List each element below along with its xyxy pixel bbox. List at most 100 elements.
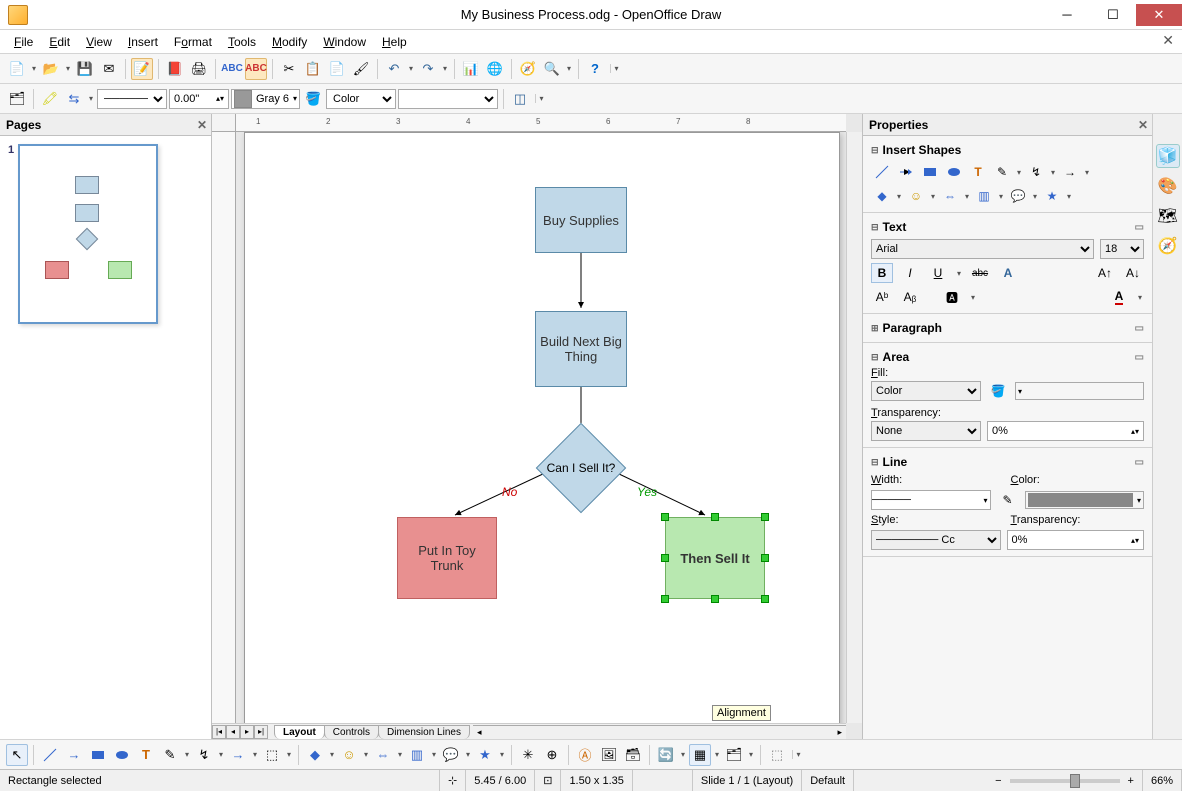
sidetab-gallery-icon[interactable]: 🎨 xyxy=(1156,174,1180,198)
increase-font-button[interactable]: A↑ xyxy=(1094,263,1116,283)
fill-bucket-icon[interactable]: 🪣 xyxy=(987,381,1009,401)
lines-tool-button[interactable]: → xyxy=(227,744,249,766)
menu-edit[interactable]: Edit xyxy=(43,33,76,51)
subscript-button[interactable]: Aᵦ xyxy=(899,287,921,307)
flowchart-shape-button[interactable]: ▥ xyxy=(406,744,428,766)
block-arrow-button[interactable]: ⇔ xyxy=(372,744,394,766)
styles-button[interactable]: 🗂 xyxy=(6,88,28,110)
menu-tools[interactable]: Tools xyxy=(222,33,262,51)
zoom-button[interactable]: 🔍 xyxy=(541,58,563,80)
shape-build[interactable]: Build Next Big Thing xyxy=(535,311,627,387)
shape-star-icon[interactable]: ★ xyxy=(1041,186,1063,206)
toolbar-overflow[interactable]: ▾ xyxy=(610,64,618,73)
drawing-canvas[interactable]: Buy Supplies Build Next Big Thing Can I … xyxy=(236,132,846,723)
superscript-button[interactable]: Aᵇ xyxy=(871,287,893,307)
tab-last-button[interactable]: ▸| xyxy=(254,725,268,739)
tab-prev-button[interactable]: ◂ xyxy=(226,725,240,739)
page-thumbnails[interactable]: 1 xyxy=(0,136,211,739)
more-options-icon[interactable]: ▭ xyxy=(1135,222,1144,233)
more-options-icon[interactable]: ▭ xyxy=(1135,352,1144,363)
ellipse-tool-button[interactable] xyxy=(111,744,133,766)
shape-basic-icon[interactable]: ◆ xyxy=(871,186,893,206)
hyperlink-button[interactable]: 🌐 xyxy=(484,58,506,80)
collapse-icon[interactable]: ⊟ xyxy=(871,352,879,363)
text-tool-button[interactable]: T xyxy=(135,744,157,766)
redo-button[interactable]: ↷ xyxy=(417,58,439,80)
status-zoom[interactable]: 66% xyxy=(1143,770,1182,791)
highlight-color-button[interactable]: 🅰 xyxy=(941,287,963,307)
more-options-icon[interactable]: ▭ xyxy=(1135,323,1144,334)
from-file-button[interactable]: 🖼 xyxy=(598,744,620,766)
arrow-style-button[interactable]: ⇆ xyxy=(63,88,85,110)
line-color-select[interactable]: Gray 6 ▾ xyxy=(231,89,300,109)
shape-flowchart-icon[interactable]: ▥ xyxy=(973,186,995,206)
sidetab-properties-icon[interactable]: 🧊 xyxy=(1156,144,1180,168)
tab-controls[interactable]: Controls xyxy=(324,725,379,739)
expand-icon[interactable]: ⊞ xyxy=(871,323,879,334)
transparency-type-select[interactable]: None xyxy=(871,421,981,441)
line-style-select[interactable]: ─────── xyxy=(97,89,167,109)
zoom-in-icon[interactable]: + xyxy=(1128,775,1134,787)
shape-line-icon[interactable] xyxy=(871,162,893,182)
symbol-shape-button[interactable]: ☺ xyxy=(338,744,360,766)
line-width-spinner[interactable]: 0.00"▴▾ xyxy=(169,89,229,109)
format-paintbrush-button[interactable]: 🖌 xyxy=(350,58,372,80)
zoom-out-icon[interactable]: − xyxy=(995,775,1001,787)
menu-file[interactable]: File xyxy=(8,33,39,51)
tab-first-button[interactable]: |◂ xyxy=(212,725,226,739)
fill-color-select[interactable]: ▾ xyxy=(1015,382,1144,400)
rect-tool-button[interactable] xyxy=(87,744,109,766)
open-button[interactable]: 📂 xyxy=(40,58,62,80)
sidetab-styles-icon[interactable]: 🧭 xyxy=(1156,234,1180,258)
shape-text-icon[interactable]: T xyxy=(967,162,989,182)
autospell-button[interactable]: ABC xyxy=(245,58,267,80)
collapse-icon[interactable]: ⊟ xyxy=(871,457,879,468)
shape-lines-icon[interactable]: → xyxy=(1059,162,1081,182)
gallery-button[interactable]: 🗃 xyxy=(622,744,644,766)
shape-buy-supplies[interactable]: Buy Supplies xyxy=(535,187,627,253)
spellcheck-button[interactable]: ABC xyxy=(221,58,243,80)
line-style-select[interactable]: ──────── Cc xyxy=(871,530,1001,550)
paste-button[interactable]: 📄 xyxy=(326,58,348,80)
open-dropdown[interactable]: ▾ xyxy=(64,64,72,73)
page-thumb-1[interactable]: 1 xyxy=(8,144,203,324)
shape-rect-icon[interactable] xyxy=(919,162,941,182)
shape-ellipse-icon[interactable] xyxy=(943,162,965,182)
italic-button[interactable]: I xyxy=(899,263,921,283)
shape-arrow-icon[interactable] xyxy=(895,162,917,182)
edit-file-button[interactable]: 📝 xyxy=(131,58,153,80)
menu-help[interactable]: Help xyxy=(376,33,413,51)
vertical-scrollbar[interactable] xyxy=(846,132,862,723)
shape-decision[interactable]: Can I Sell It? xyxy=(536,433,626,503)
font-color-button[interactable]: A xyxy=(1108,287,1130,307)
email-button[interactable]: ✉ xyxy=(98,58,120,80)
curve-tool-button[interactable]: ✎ xyxy=(159,744,181,766)
undo-dropdown[interactable]: ▾ xyxy=(407,64,415,73)
line-color-pencil-icon[interactable]: ✎ xyxy=(997,490,1019,510)
horizontal-scrollbar[interactable]: ◂▸ xyxy=(473,725,846,739)
shape-block-arrow-icon[interactable]: ⇔ xyxy=(939,186,961,206)
fill-type-select[interactable]: Color xyxy=(326,89,396,109)
extrusion-button[interactable]: ⬚ xyxy=(766,744,788,766)
font-name-select[interactable]: Arial xyxy=(871,239,1094,259)
collapse-icon[interactable]: ⊟ xyxy=(871,145,879,156)
properties-close-icon[interactable]: ✕ xyxy=(1138,118,1148,132)
help-button[interactable]: ? xyxy=(584,58,606,80)
zoom-slider[interactable] xyxy=(1010,779,1120,783)
tab-dimension[interactable]: Dimension Lines xyxy=(378,725,470,739)
maximize-button[interactable]: ☐ xyxy=(1090,4,1136,26)
shape-symbol-icon[interactable]: ☺ xyxy=(905,186,927,206)
shadow-text-button[interactable]: A xyxy=(997,263,1019,283)
fontwork-button[interactable]: Ⓐ xyxy=(574,744,596,766)
fill-color-select[interactable] xyxy=(398,89,498,109)
print-button[interactable]: 🖨 xyxy=(188,58,210,80)
export-pdf-button[interactable]: 📕 xyxy=(164,58,186,80)
shadow-button[interactable]: ◫ xyxy=(509,88,531,110)
star-shape-button[interactable]: ★ xyxy=(474,744,496,766)
drawing-toolbar-overflow[interactable]: ▾ xyxy=(792,750,800,759)
fill-bucket-icon[interactable]: 🪣 xyxy=(302,88,324,110)
highlighter-icon[interactable]: 🖍 xyxy=(39,88,61,110)
tab-next-button[interactable]: ▸ xyxy=(240,725,254,739)
callout-shape-button[interactable]: 💬 xyxy=(440,744,462,766)
new-button[interactable]: 📄 xyxy=(6,58,28,80)
